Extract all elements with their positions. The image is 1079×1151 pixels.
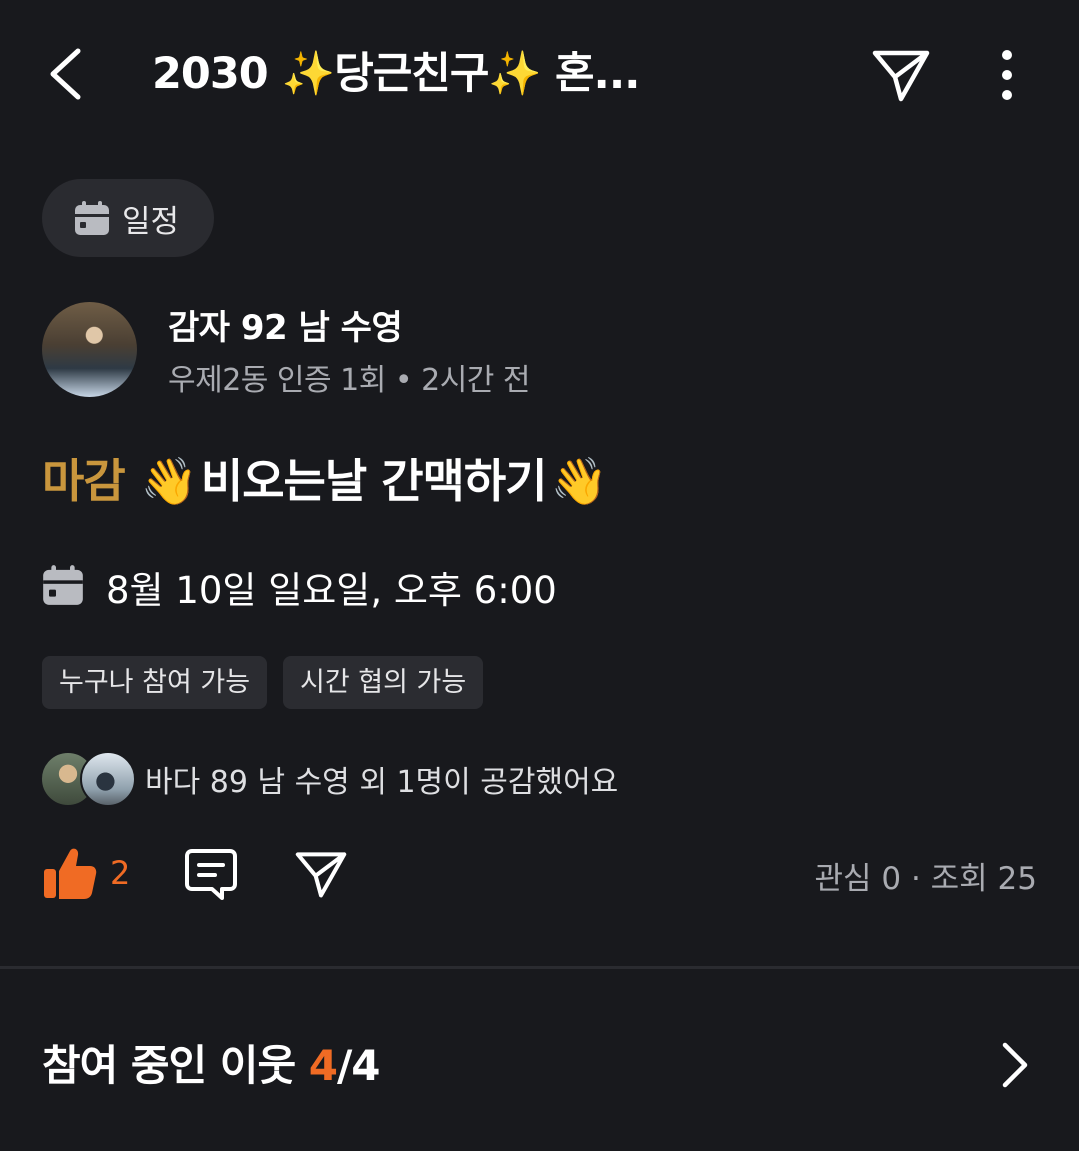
more-vertical-icon xyxy=(1002,50,1012,100)
likers-summary[interactable]: 바다 89 남 수영 외 1명이 공감했어요 xyxy=(145,757,618,801)
participants-current: 4 xyxy=(308,1041,338,1090)
post-title: 비오는날 간맥하기 xyxy=(200,454,548,508)
comment-icon xyxy=(185,849,237,900)
participants-separator: / xyxy=(336,1041,352,1090)
comment-button[interactable] xyxy=(182,845,240,903)
author-meta: 우제2동 인증 1회 • 2시간 전 xyxy=(168,363,531,398)
back-button[interactable] xyxy=(40,44,90,104)
category-chip[interactable]: 일정 xyxy=(42,179,214,257)
tag-time-negotiable: 시간 협의 가능 xyxy=(283,656,484,709)
liker-avatar[interactable] xyxy=(80,751,136,807)
paper-plane-icon xyxy=(295,852,347,898)
more-options-button[interactable] xyxy=(982,40,1032,110)
post-stats: 관심 0 · 조회 25 xyxy=(814,861,1037,897)
category-label: 일정 xyxy=(122,203,180,240)
like-count: 2 xyxy=(110,854,131,892)
share-post-button[interactable] xyxy=(292,845,350,903)
thumbs-up-icon xyxy=(44,848,97,899)
participants-max: 4 xyxy=(351,1041,380,1090)
participants-title: 참여 중인 이웃 4/4 xyxy=(42,1032,381,1093)
waving-hand-emoji: 👋 xyxy=(140,454,198,508)
closed-badge: 마감 xyxy=(42,454,126,508)
share-button[interactable] xyxy=(866,40,936,110)
calendar-icon xyxy=(74,200,110,236)
author-name[interactable]: 감자 92 남 수영 xyxy=(168,300,403,349)
post-title-row: 마감 👋 비오는날 간맥하기 👋 xyxy=(42,448,611,514)
tag-anyone-can-join: 누구나 참여 가능 xyxy=(42,656,268,709)
section-divider xyxy=(0,966,1079,969)
calendar-icon xyxy=(42,564,84,606)
chat-title: 2030 ✨당근친구✨ 혼... xyxy=(152,49,641,99)
author-avatar[interactable] xyxy=(42,302,137,397)
participants-label: 참여 중인 이웃 xyxy=(42,1041,296,1090)
paper-plane-icon xyxy=(872,50,930,102)
chevron-right-icon[interactable] xyxy=(990,1035,1040,1095)
event-date: 8월 10일 일요일, 오후 6:00 xyxy=(106,569,557,612)
waving-hand-emoji: 👋 xyxy=(550,454,608,508)
chevron-left-icon xyxy=(50,48,81,100)
like-button[interactable]: 2 xyxy=(42,843,130,903)
